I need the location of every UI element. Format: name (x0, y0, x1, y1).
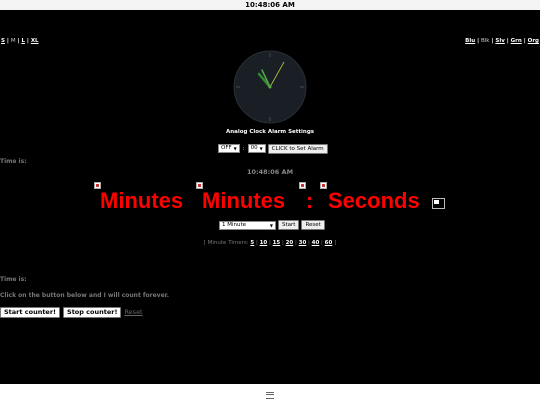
color-link-blu[interactable]: Blu (465, 38, 475, 44)
separator: | (506, 38, 509, 44)
minute-timer-link-15[interactable]: 15 (273, 240, 281, 246)
color-links: Blu | Blk | Slv | Grn | Org (465, 38, 539, 44)
color-link-org[interactable]: Org (528, 38, 539, 44)
minute-timer-link-20[interactable]: 20 (286, 240, 294, 246)
minute-timer-link-40[interactable]: 40 (312, 240, 320, 246)
separator: | (491, 38, 494, 44)
separator: | (523, 38, 526, 44)
alarm-minute-value: 00 (250, 145, 258, 151)
size-links: S | M | L | XL (1, 38, 39, 44)
color-link-blk[interactable]: Blk (481, 38, 490, 44)
alarm-controls: OFF ▼ : 00 ▼ CLICK to Set Alarm (218, 143, 328, 154)
minute-timers-suffix: ] (334, 240, 337, 246)
minute-timer-link-5[interactable]: 5 (250, 240, 254, 246)
chevron-down-icon: ▼ (269, 222, 273, 228)
clock-center (268, 85, 272, 89)
alarm-settings-title: Analog Clock Alarm Settings (225, 129, 315, 135)
timer-duration-value: 1 Minute (222, 221, 247, 228)
start-counter-button[interactable]: Start counter! (0, 306, 61, 318)
timer-duration-select[interactable]: 1 Minute ▼ (219, 220, 276, 230)
minute-timers: [ Minute Timers: 5 | 10 | 15 | 20 | 30 |… (203, 240, 337, 246)
analog-clock (233, 50, 307, 124)
size-link-l[interactable]: L (21, 38, 25, 44)
alarm-on-off-select[interactable]: OFF ▼ (218, 144, 240, 153)
size-link-m[interactable]: M (11, 38, 16, 44)
separator: | (17, 38, 20, 44)
timer-controls: 1 Minute ▼ Start Reset (219, 220, 325, 230)
bottom-bar (0, 384, 540, 405)
chevron-down-icon: ▼ (259, 146, 263, 151)
alarm-colon: : (242, 145, 245, 152)
status-bar: 10:48:06 AM (0, 0, 540, 10)
big-minutes-1: Minutes (100, 188, 184, 213)
set-alarm-button[interactable]: CLICK to Set Alarm (267, 143, 328, 154)
minute-timer-link-60[interactable]: 60 (325, 240, 333, 246)
stop-counter-button[interactable]: Stop counter! (63, 306, 122, 318)
big-minutes-2: Minutes (202, 188, 286, 213)
menu-grip-icon[interactable] (266, 392, 274, 399)
minute-timer-link-10[interactable]: 10 (260, 240, 268, 246)
separator: | (26, 38, 29, 44)
alarm-minute-select[interactable]: 00 ▼ (247, 144, 266, 153)
broken-image-icon (432, 198, 445, 209)
minute-timers-prefix: [ Minute Timers: (203, 240, 249, 246)
broken-image-icon (299, 182, 306, 189)
current-time: 10:48:06 AM (246, 168, 294, 176)
alarm-on-off-value: OFF (221, 145, 232, 151)
size-link-s[interactable]: S (1, 38, 5, 44)
counter-instruction: Click on the button below and I will cou… (0, 292, 170, 299)
minute-timer-link-30[interactable]: 30 (299, 240, 307, 246)
chevron-down-icon: ▼ (233, 146, 237, 151)
separator: | (477, 38, 480, 44)
broken-image-icon (320, 182, 327, 189)
counter-reset-link[interactable]: Reset (124, 308, 142, 316)
time-label: Time is: (0, 158, 27, 165)
size-link-xl[interactable]: XL (31, 38, 39, 44)
status-bar-time: 10:48:06 AM (245, 1, 295, 9)
time-label: Time is: (0, 276, 27, 283)
big-seconds: Seconds (328, 188, 420, 213)
counter-controls: Start counter! Stop counter! Reset (0, 306, 143, 318)
color-link-slv[interactable]: Slv (495, 38, 504, 44)
big-colon: : (306, 188, 314, 213)
color-link-grn[interactable]: Grn (511, 38, 522, 44)
separator: | (6, 38, 9, 44)
timer-reset-button[interactable]: Reset (301, 220, 325, 230)
timer-start-button[interactable]: Start (278, 220, 300, 230)
